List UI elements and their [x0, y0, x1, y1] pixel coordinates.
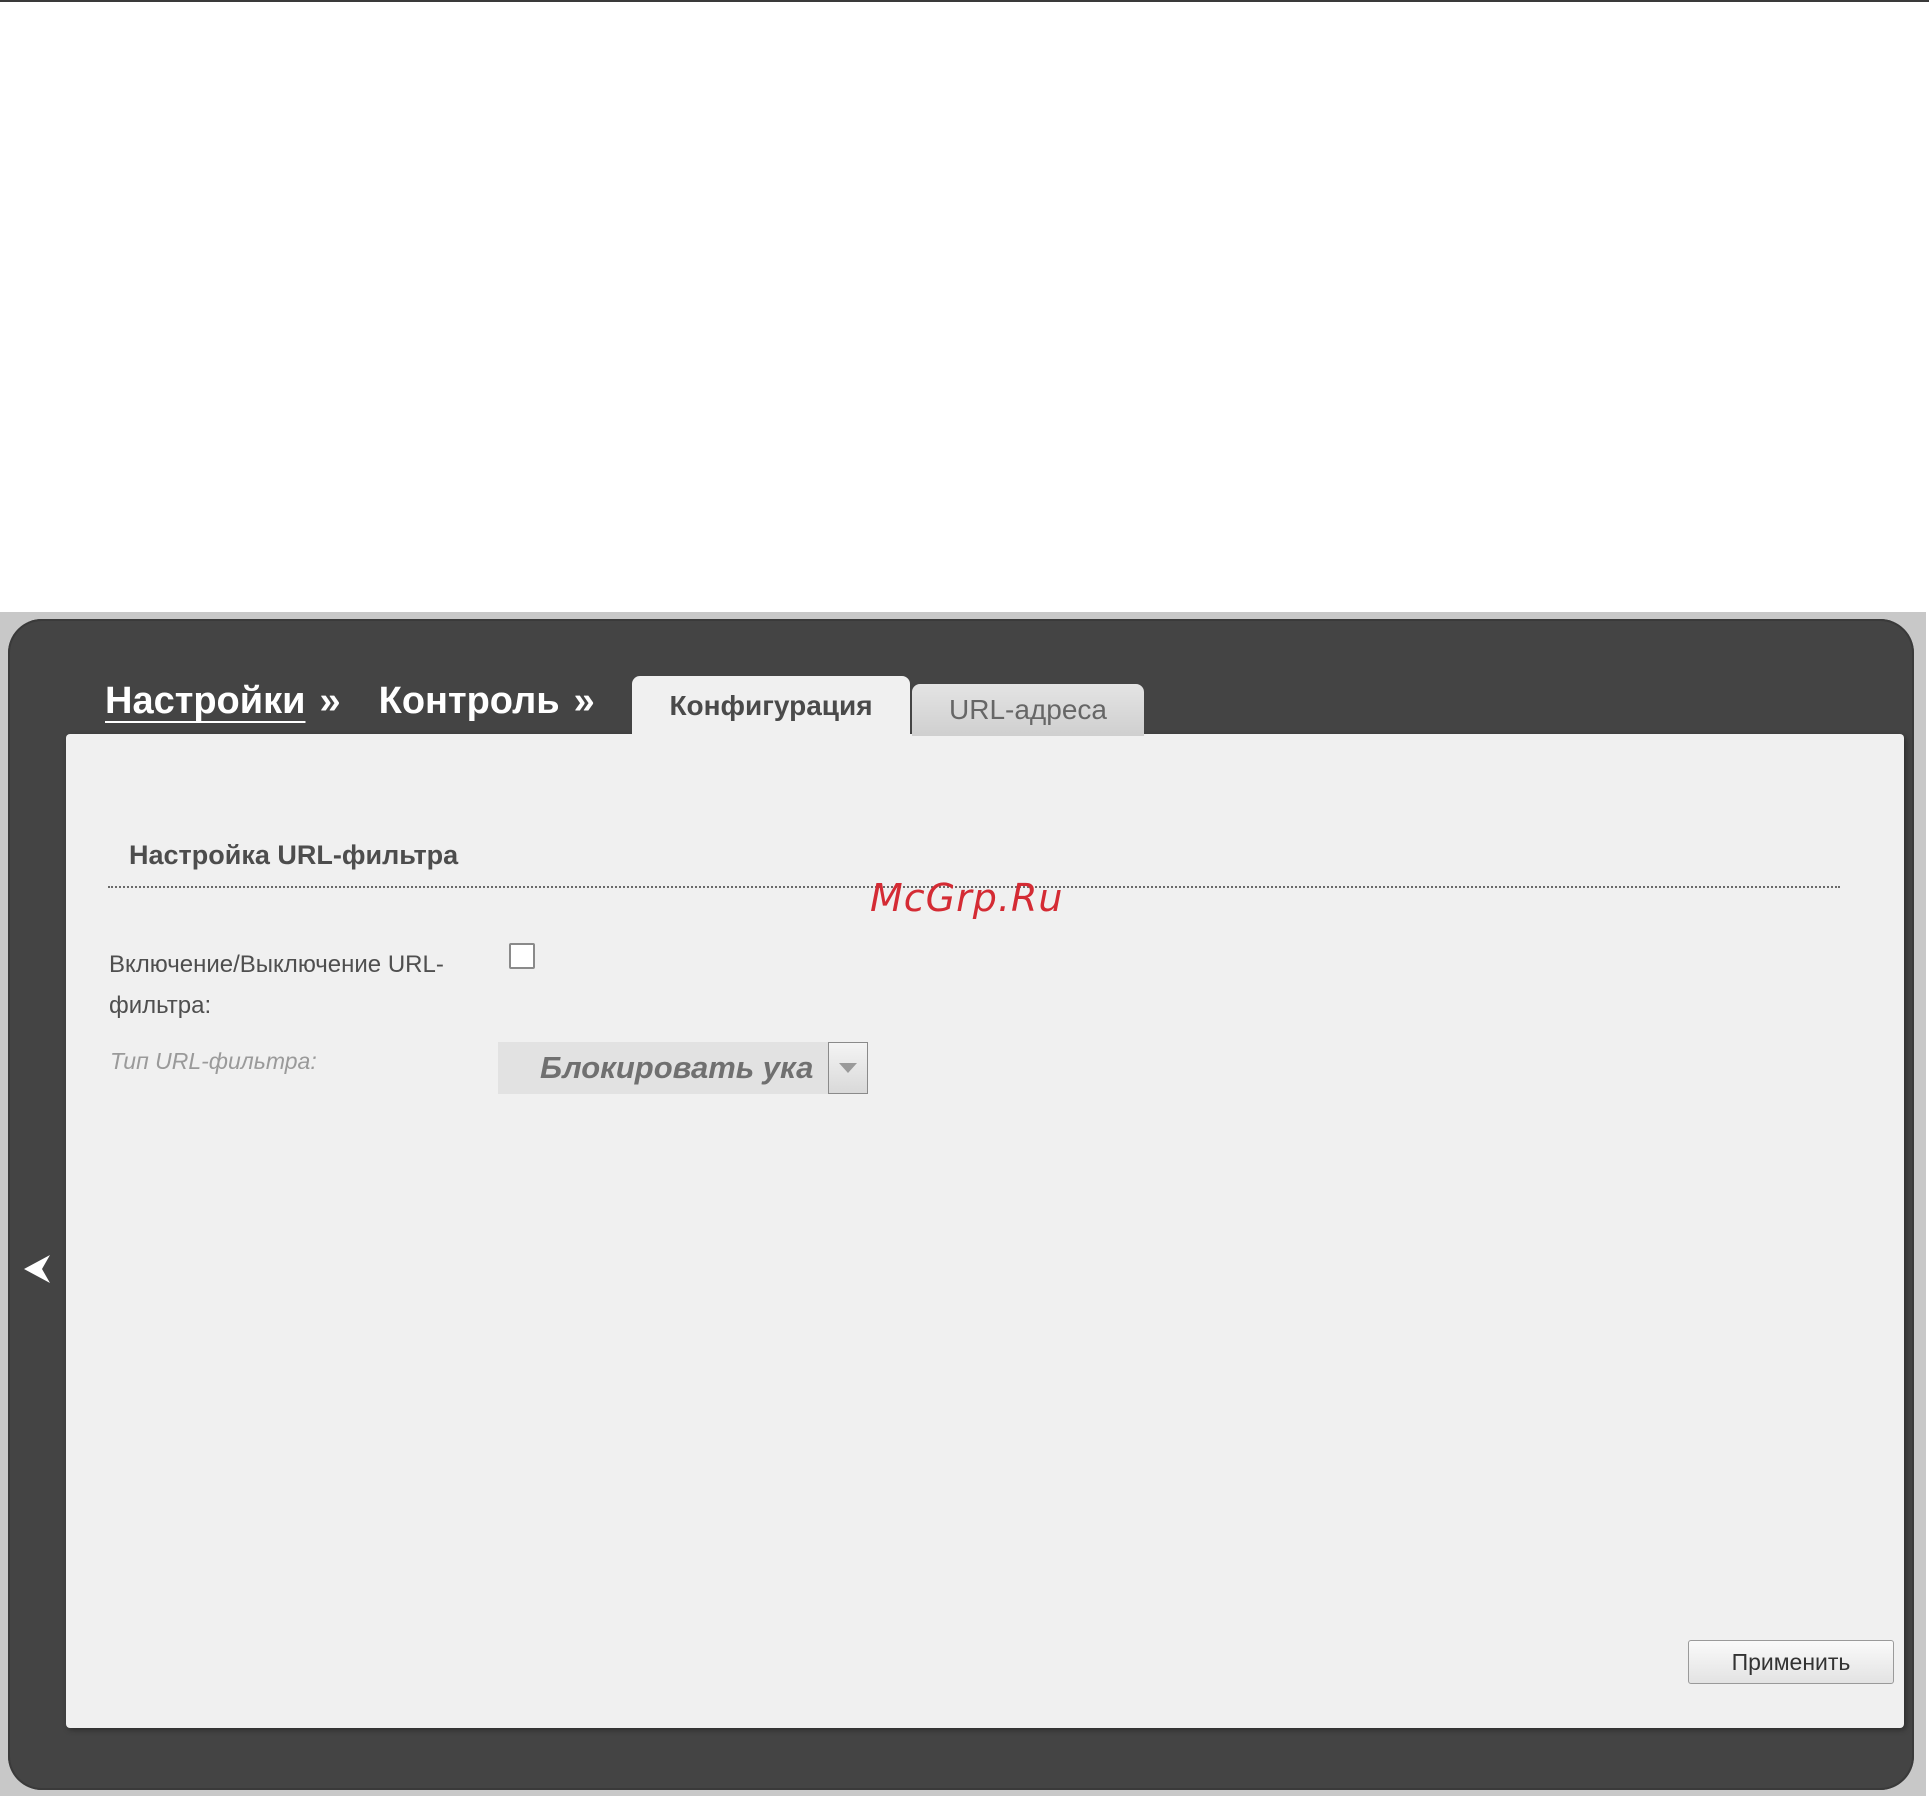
url-filter-enable-label: Включение/Выключение URL-фильтра:: [109, 951, 444, 1019]
section-title: Настройка URL-фильтра: [129, 840, 459, 870]
url-filter-type-label: Тип URL-фильтра:: [110, 1048, 317, 1074]
chevron-left-icon[interactable]: [22, 1253, 52, 1285]
breadcrumb-settings[interactable]: Настройки: [105, 680, 305, 723]
top-divider: [0, 0, 1929, 2]
breadcrumb-separator: »: [319, 680, 341, 722]
breadcrumb: Настройки » Контроль »: [105, 680, 595, 730]
chevron-down-icon[interactable]: [828, 1042, 868, 1094]
breadcrumb-control: Контроль: [378, 680, 560, 722]
breadcrumb-separator: »: [573, 680, 595, 722]
url-filter-type-value: Блокировать ука: [540, 1050, 814, 1085]
apply-button[interactable]: Применить: [1688, 1640, 1894, 1684]
watermark: McGrp.Ru: [870, 876, 1064, 920]
url-filter-enable-checkbox[interactable]: [509, 943, 535, 969]
tab-url-addresses[interactable]: URL-адреса: [912, 684, 1144, 736]
tab-configuration[interactable]: Конфигурация: [632, 676, 910, 736]
url-filter-type-select[interactable]: Блокировать ука: [498, 1042, 868, 1094]
